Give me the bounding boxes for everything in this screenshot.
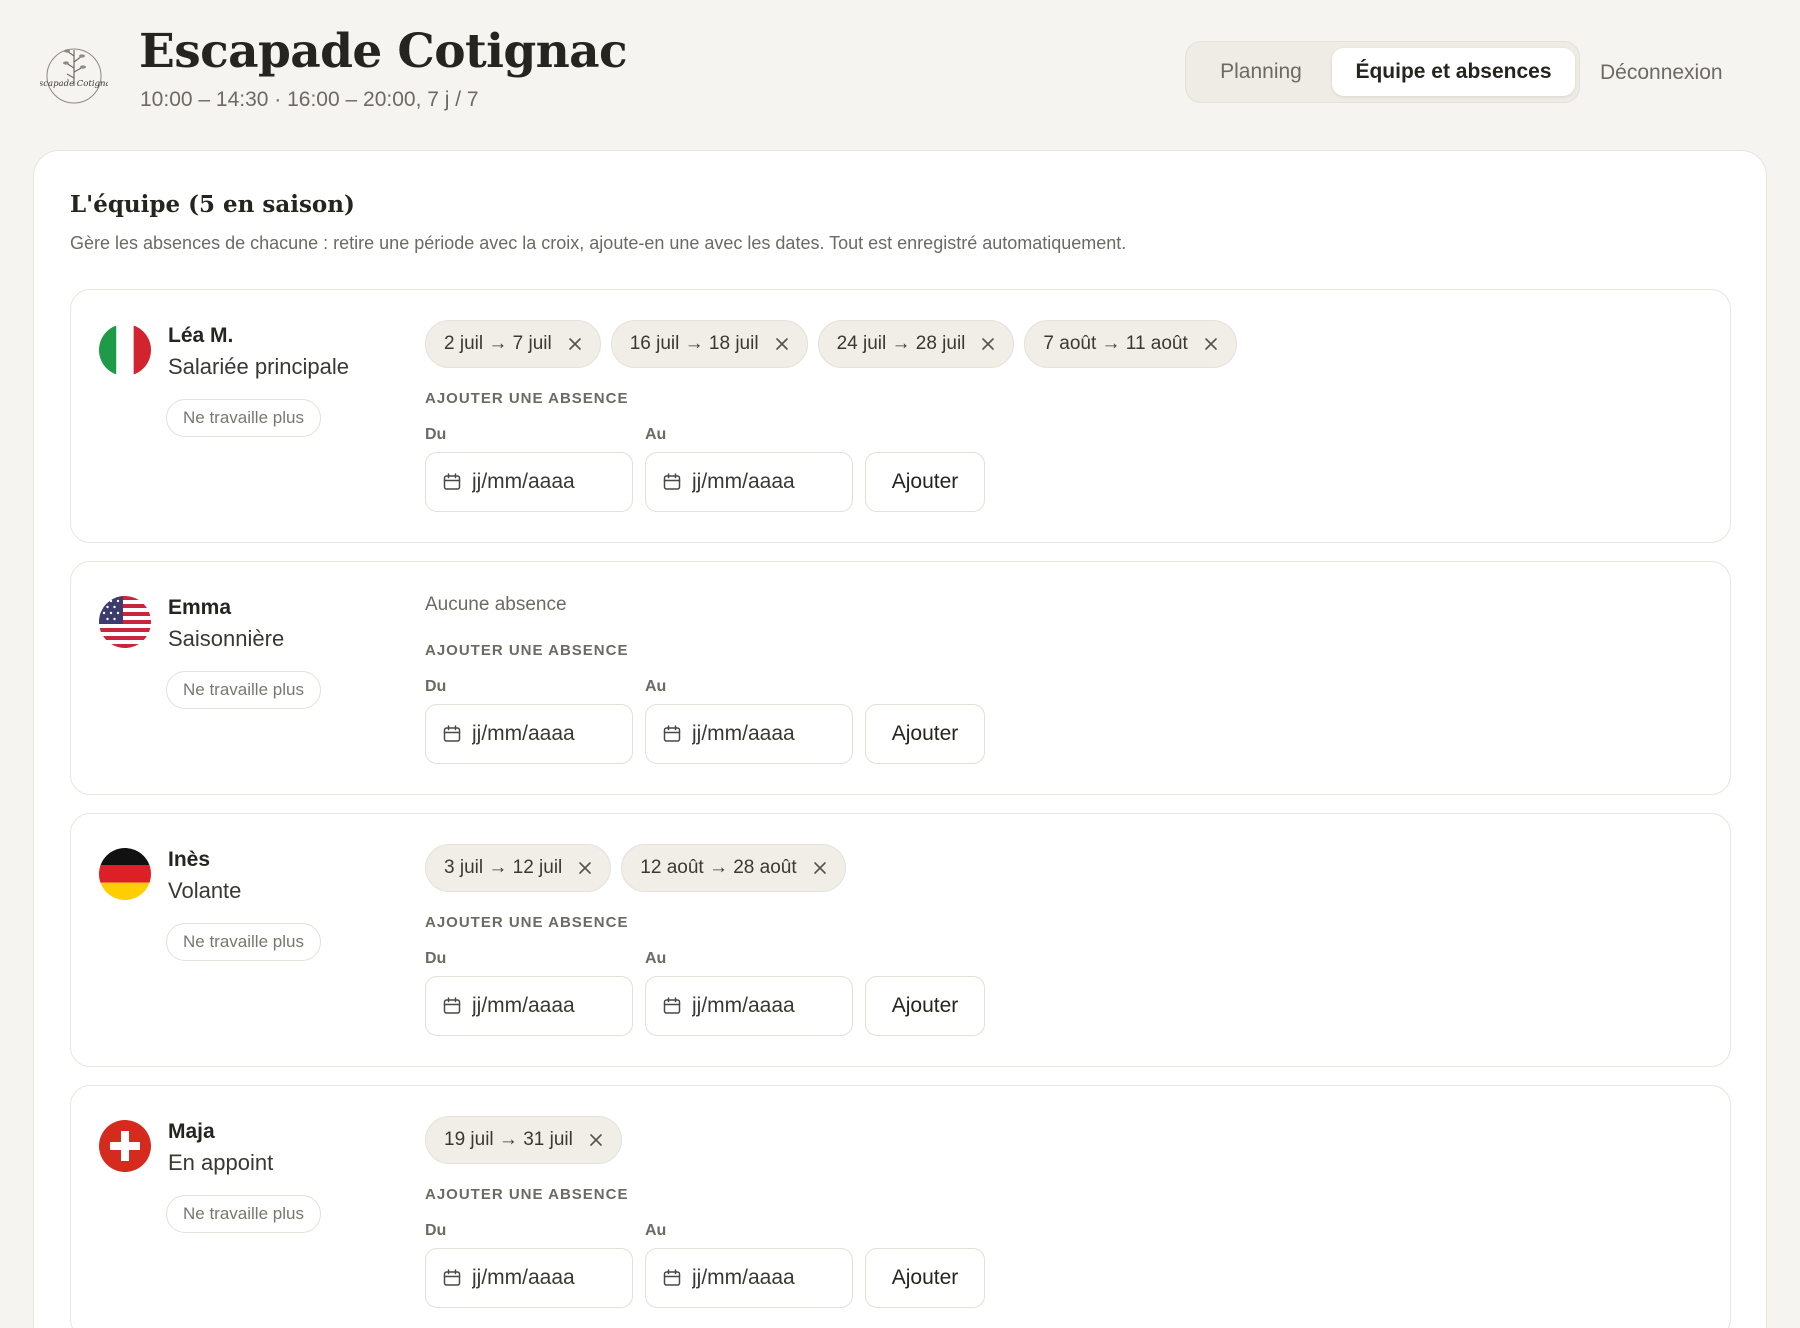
no-longer-works-button[interactable]: Ne travaille plus [166, 399, 321, 437]
usa-flag-icon [99, 596, 151, 648]
member-role: Volante [168, 878, 242, 903]
add-absence-button[interactable]: Ajouter [865, 1248, 985, 1308]
no-absence-text: Aucune absence [425, 594, 567, 615]
logo-text: Escapade Cotignac [40, 79, 108, 89]
member-card-lea: Léa M. Salariée principale Ne travaille … [70, 289, 1731, 543]
remove-absence-close-icon[interactable] [564, 333, 586, 355]
to-date-field[interactable] [645, 976, 853, 1036]
calendar-icon [663, 1269, 681, 1286]
to-date-input[interactable] [692, 470, 842, 494]
absence-period: 16 juil → 18 juil [629, 333, 759, 354]
from-date-field[interactable] [425, 704, 633, 764]
absence-chip: 12 août → 28 août [621, 844, 846, 892]
add-absence-button[interactable]: Ajouter [865, 452, 985, 512]
absence-period: 2 juil → 7 juil [444, 333, 552, 354]
team-title: L'équipe (5 en saison) [70, 191, 355, 218]
team-description: Gère les absences de chacune : retire un… [70, 233, 1127, 253]
to-date-input[interactable] [692, 994, 842, 1018]
calendar-icon [443, 1269, 461, 1286]
member-name: Léa M. [168, 324, 234, 347]
remove-absence-close-icon[interactable] [574, 857, 596, 879]
tab-team-absences[interactable]: Équipe et absences [1332, 48, 1575, 96]
main-nav: Planning Équipe et absences [1185, 41, 1580, 103]
absence-chip: 19 juil → 31 juil [425, 1116, 622, 1164]
from-date-input[interactable] [472, 1266, 622, 1290]
absence-chip: 7 août → 11 août [1024, 320, 1237, 368]
from-date-field[interactable] [425, 976, 633, 1036]
calendar-icon [663, 725, 681, 742]
add-absence-heading: AJOUTER UNE ABSENCE [425, 1186, 629, 1203]
absence-list: 2 juil → 7 juil 16 juil → 18 juil 24 jui… [425, 320, 1237, 368]
remove-absence-close-icon[interactable] [809, 857, 831, 879]
member-role: En appoint [168, 1150, 274, 1175]
from-date-input[interactable] [472, 722, 622, 746]
remove-absence-close-icon[interactable] [771, 333, 793, 355]
no-longer-works-button[interactable]: Ne travaille plus [166, 923, 321, 961]
absence-chip: 3 juil → 12 juil [425, 844, 612, 892]
remove-absence-close-icon[interactable] [977, 333, 999, 355]
opening-hours: 10:00 – 14:30 · 16:00 – 20:00, 7 j / 7 [140, 88, 479, 111]
member-role: Saisonnière [168, 626, 285, 651]
from-label: Du [425, 950, 447, 967]
italy-flag-icon [99, 324, 151, 376]
tab-planning[interactable]: Planning [1192, 48, 1330, 96]
calendar-icon [443, 725, 461, 742]
from-label: Du [425, 678, 447, 695]
germany-flag-icon [99, 848, 151, 900]
from-date-field[interactable] [425, 1248, 633, 1308]
app-header: Escapade Cotignac Escapade Cotignac 10:0… [0, 0, 1800, 150]
absence-chip: 16 juil → 18 juil [610, 320, 808, 368]
absence-period: 19 juil → 31 juil [444, 1129, 573, 1150]
from-date-input[interactable] [472, 470, 622, 494]
member-card-emma: Emma Saisonnière Ne travaille plus Aucun… [70, 561, 1731, 795]
member-name: Inès [168, 848, 211, 871]
absence-period: 12 août → 28 août [640, 857, 797, 878]
logo-icon: Escapade Cotignac [40, 48, 108, 104]
add-absence-button[interactable]: Ajouter [865, 704, 985, 764]
member-name: Maja [168, 1120, 215, 1143]
calendar-icon [443, 997, 461, 1014]
absence-list: 19 juil → 31 juil [425, 1116, 622, 1164]
to-date-input[interactable] [692, 722, 842, 746]
member-role: Salariée principale [168, 354, 349, 379]
to-date-field[interactable] [645, 452, 853, 512]
absence-chip: 2 juil → 7 juil [425, 320, 601, 368]
remove-absence-close-icon[interactable] [1200, 333, 1222, 355]
to-date-field[interactable] [645, 704, 853, 764]
calendar-icon [663, 473, 681, 490]
to-label: Au [645, 1222, 667, 1239]
from-date-input[interactable] [472, 994, 622, 1018]
from-label: Du [425, 1222, 447, 1239]
calendar-icon [443, 473, 461, 490]
calendar-icon [663, 997, 681, 1014]
absence-period: 24 juil → 28 juil [836, 333, 966, 354]
add-absence-button[interactable]: Ajouter [865, 976, 985, 1036]
to-label: Au [645, 678, 667, 695]
add-absence-heading: AJOUTER UNE ABSENCE [425, 914, 629, 931]
logout-link[interactable]: Déconnexion [1600, 57, 1723, 89]
from-label: Du [425, 426, 447, 443]
to-label: Au [645, 426, 667, 443]
member-card-ines: Inès Volante Ne travaille plus 3 juil → … [70, 813, 1731, 1067]
to-label: Au [645, 950, 667, 967]
remove-absence-close-icon[interactable] [585, 1129, 607, 1151]
absence-chip: 24 juil → 28 juil [817, 320, 1015, 368]
to-date-field[interactable] [645, 1248, 853, 1308]
absence-period: 7 août → 11 août [1043, 333, 1188, 354]
add-absence-heading: AJOUTER UNE ABSENCE [425, 390, 629, 407]
no-longer-works-button[interactable]: Ne travaille plus [166, 671, 321, 709]
switzerland-flag-icon [99, 1120, 151, 1172]
team-panel: L'équipe (5 en saison) Gère les absences… [33, 150, 1767, 1328]
member-name: Emma [168, 596, 232, 619]
member-card-maja: Maja En appoint Ne travaille plus 19 jui… [70, 1085, 1731, 1328]
to-date-input[interactable] [692, 1266, 842, 1290]
absence-period: 3 juil → 12 juil [444, 857, 563, 878]
from-date-field[interactable] [425, 452, 633, 512]
add-absence-heading: AJOUTER UNE ABSENCE [425, 642, 629, 659]
page-title: Escapade Cotignac [139, 24, 628, 79]
no-longer-works-button[interactable]: Ne travaille plus [166, 1195, 321, 1233]
absence-list: 3 juil → 12 juil 12 août → 28 août [425, 844, 846, 892]
